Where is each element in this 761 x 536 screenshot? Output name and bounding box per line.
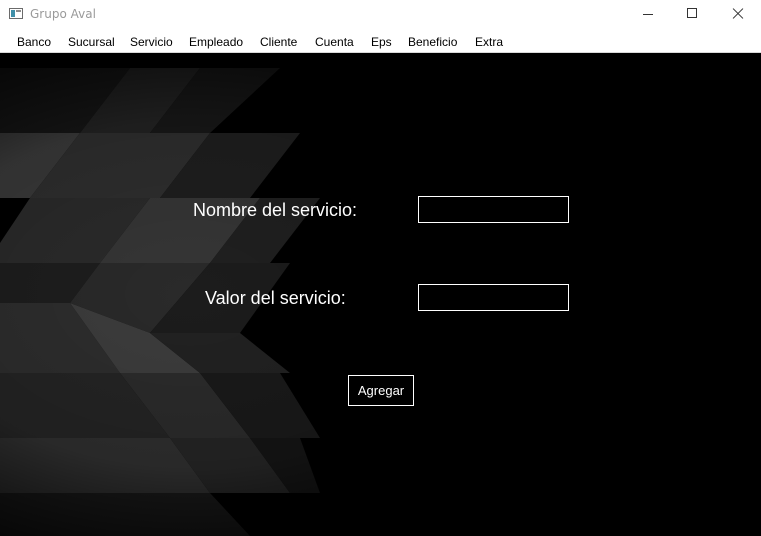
menu-item-empleado[interactable]: Empleado xyxy=(189,35,243,49)
nombre-servicio-label: Nombre del servicio: xyxy=(193,200,358,220)
close-button[interactable] xyxy=(714,0,760,30)
agregar-button[interactable]: Agregar xyxy=(348,375,414,406)
maximize-button[interactable] xyxy=(669,0,715,30)
maximize-icon xyxy=(687,8,697,18)
nombre-servicio-input[interactable] xyxy=(418,196,569,223)
menu-item-servicio[interactable]: Servicio xyxy=(130,35,173,49)
app-icon xyxy=(9,8,23,19)
menu-bar: Banco Sucursal Servicio Empleado Cliente… xyxy=(0,30,761,53)
minimize-button[interactable] xyxy=(624,0,670,30)
menu-item-cuenta[interactable]: Cuenta xyxy=(315,35,354,49)
window-title: Grupo Aval xyxy=(30,7,96,21)
menu-item-beneficio[interactable]: Beneficio xyxy=(408,35,457,49)
menu-item-cliente[interactable]: Cliente xyxy=(260,35,297,49)
background-chevron-pattern xyxy=(0,53,761,536)
title-bar: Grupo Aval xyxy=(0,0,761,30)
menu-item-extra[interactable]: Extra xyxy=(475,35,503,49)
menu-item-sucursal[interactable]: Sucursal xyxy=(68,35,115,49)
menu-item-eps[interactable]: Eps xyxy=(371,35,392,49)
main-panel: Nombre del servicio: Valor del servicio:… xyxy=(0,53,761,536)
valor-servicio-label: Valor del servicio: xyxy=(205,288,346,308)
valor-servicio-input[interactable] xyxy=(418,284,569,311)
menu-item-banco[interactable]: Banco xyxy=(17,35,51,49)
minimize-icon xyxy=(643,14,653,15)
